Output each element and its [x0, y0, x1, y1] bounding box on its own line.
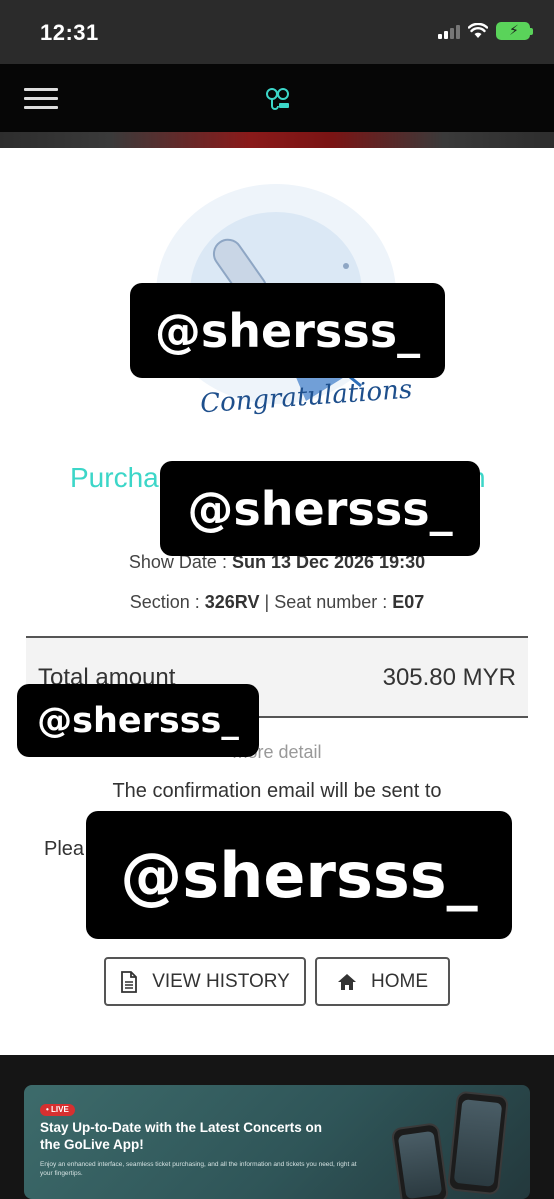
hamburger-menu-icon[interactable] — [24, 88, 58, 110]
watermark-sticker: @shersss_ — [86, 811, 512, 939]
banner-title: Stay Up-to-Date with the Latest Concerts… — [40, 1120, 323, 1152]
section-label: Section : — [129, 592, 200, 612]
cellular-signal-icon — [438, 23, 460, 39]
seat-value: E07 — [392, 592, 425, 612]
banner-subtitle: Enjoy an enhanced interface, seamless ti… — [40, 1161, 357, 1177]
home-icon — [338, 973, 356, 990]
battery-charging-icon: ⚡ — [496, 22, 533, 40]
home-button[interactable]: HOME — [315, 957, 450, 1006]
separator: | — [264, 592, 270, 612]
wifi-icon — [468, 23, 488, 38]
view-history-button[interactable]: VIEW HISTORY — [104, 957, 306, 1006]
app-header — [0, 64, 554, 132]
total-amount-value: 305.80 MYR — [382, 664, 516, 691]
status-time: 12:31 — [40, 20, 99, 45]
footer: • LIVE Stay Up-to-Date with the Latest C… — [0, 1055, 554, 1199]
please-text: Plea — [44, 838, 85, 860]
watermark-sticker: @shersss_ — [160, 461, 480, 556]
watermark-sticker: @shersss_ — [17, 684, 259, 757]
confirmation-email-text: The confirmation email will be sent to — [112, 780, 442, 802]
golive-logo-icon[interactable] — [264, 84, 292, 112]
purchase-title: Purcha — [70, 462, 159, 493]
phone-mockup-icon — [446, 1090, 510, 1196]
section-seat-line: Section : 326RV | Seat number : E07 — [0, 592, 554, 613]
seat-label: Seat number : — [274, 592, 388, 612]
live-badge: • LIVE — [40, 1104, 75, 1116]
status-bar: 12:31 ⚡ — [0, 0, 554, 64]
section-value: 326RV — [204, 592, 260, 612]
watermark-sticker: @shersss_ — [130, 283, 445, 378]
document-icon — [121, 970, 138, 993]
status-icons: ⚡ — [438, 22, 533, 40]
phone-mockup-icon — [390, 1122, 450, 1199]
view-history-label: VIEW HISTORY — [152, 970, 290, 992]
app-promo-banner[interactable]: • LIVE Stay Up-to-Date with the Latest C… — [24, 1085, 530, 1199]
home-label: HOME — [371, 970, 428, 992]
event-hero-strip — [0, 132, 554, 148]
